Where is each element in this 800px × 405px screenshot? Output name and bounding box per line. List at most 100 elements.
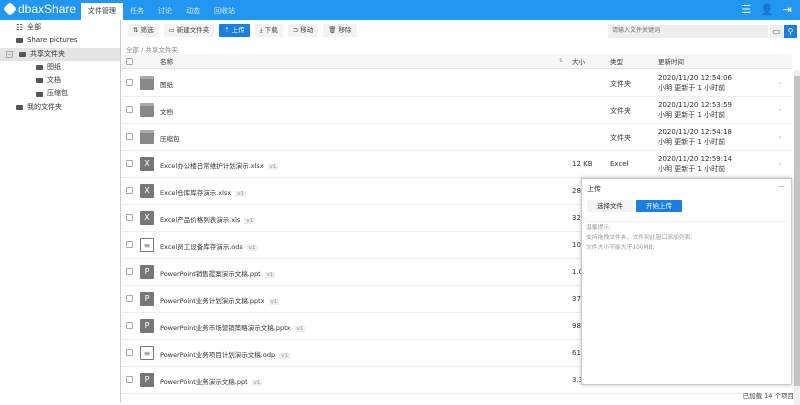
col-type[interactable]: 类型 [610, 56, 623, 66]
row-checkbox[interactable] [126, 106, 133, 113]
logout-icon[interactable]: ⇥ [783, 3, 792, 16]
table-row[interactable]: 文档 文件夹 2020/11/20 12:53:59 小明 更新于 1 小时前 ⌄ [122, 97, 792, 124]
file-name[interactable]: Excel仓库库存演示.xlsx v1 [160, 187, 246, 197]
remove-button[interactable]: 🗑 移除 [323, 24, 357, 37]
list-icon: ☷ [16, 23, 24, 32]
table-row[interactable]: 压缩包 文件夹 2020/11/20 12:54:18 小明 更新于 1 小时前 ⌄ [122, 124, 792, 151]
time-text: 2020/11/20 12:59:14 [658, 155, 733, 163]
logo-text: dbaxShare [18, 2, 77, 16]
move-button[interactable]: ⊐ 移动 [287, 24, 319, 37]
sidebar-item[interactable]: Share pictures [0, 34, 120, 47]
row-checkbox[interactable] [126, 241, 133, 248]
file-name[interactable]: 文档 [160, 106, 173, 116]
minimize-icon[interactable]: — [778, 182, 785, 190]
top-bar: dbaxShare 文件管理 任务 讨论 动态 回收站 ☰ 👤 ⇥ [0, 0, 800, 20]
updated-by: 小明 更新于 1 小时前 [658, 111, 726, 119]
file-name-text: PowerPoint销售提案演示文稿.ppt [160, 270, 261, 278]
row-checkbox[interactable] [126, 349, 133, 356]
update-time: 2020/11/20 12:59:14 小明 更新于 1 小时前 [658, 154, 732, 174]
file-type: 文件夹 [610, 107, 631, 115]
user-icon[interactable]: 👤 [760, 3, 774, 16]
row-checkbox[interactable] [126, 79, 133, 86]
row-checkbox[interactable] [126, 295, 133, 302]
new-folder-label: 新建文件夹 [176, 26, 210, 34]
file-size: 12 KB [572, 160, 593, 168]
chevron-down-icon[interactable]: ⌄ [777, 132, 783, 140]
menu-icon[interactable]: ☰ [741, 3, 751, 16]
updated-by: 小明 更新于 1 小时前 [658, 165, 726, 173]
file-size: 61 [572, 349, 581, 357]
file-name[interactable]: PowerPoint业务演示文稿.ppt v1 [160, 376, 263, 386]
sidebar-item-label: 图纸 [47, 62, 61, 71]
file-name[interactable]: PowerPoint业务计划演示文稿.pptx v1 [160, 295, 280, 305]
sidebar: ☷ 全部 Share pictures − 共享文件夹 图纸文档压缩包我的文件夹 [0, 20, 121, 403]
version-badge: v1 [251, 380, 263, 386]
file-size: 10 [572, 241, 581, 249]
col-name[interactable]: 名称 [160, 56, 173, 66]
nav-tab[interactable]: 任务 [123, 3, 151, 20]
row-checkbox[interactable] [126, 160, 133, 167]
folder-search-icon[interactable]: ▭ [770, 25, 783, 38]
updated-by: 小明 更新于 1 小时前 [658, 84, 726, 92]
file-name-text: PowerPoint业务计划演示文稿.pptx [160, 297, 265, 305]
search-icon[interactable]: ⚲ [784, 25, 797, 38]
file-type: 文件夹 [610, 134, 631, 142]
sort-icon[interactable]: ⇅ [559, 58, 563, 64]
start-upload-button[interactable]: 开始上传 [636, 200, 682, 212]
row-checkbox[interactable] [126, 133, 133, 140]
update-time: 2020/11/20 12:54:18 小明 更新于 1 小时前 [658, 127, 732, 147]
file-name-text: Excel办公楼日常维护计划演示.xlsx [160, 162, 264, 170]
version-badge: v1 [244, 218, 256, 224]
chevron-down-icon[interactable]: ⌄ [777, 78, 783, 86]
chevron-down-icon[interactable]: ⌄ [777, 105, 783, 113]
nav-tab[interactable]: 文件管理 [81, 3, 123, 20]
sidebar-item[interactable]: 图纸 [0, 61, 120, 74]
sidebar-item[interactable]: ☷ 全部 [0, 21, 120, 34]
col-time[interactable]: 更新时间 [658, 56, 684, 66]
chevron-down-icon[interactable]: ⌄ [777, 159, 783, 167]
nav-tab[interactable]: 动态 [179, 3, 207, 20]
table-row[interactable]: X Excel办公楼日常维护计划演示.xlsx v1 12 KB Excel 2020/1… [122, 151, 792, 178]
sidebar-item[interactable]: 压缩包 [0, 87, 120, 100]
row-checkbox[interactable] [126, 322, 133, 329]
folder-file-icon [140, 103, 154, 117]
nav-tab[interactable]: 讨论 [151, 3, 179, 20]
row-checkbox[interactable] [126, 376, 133, 383]
ppt-file-icon: P [140, 292, 154, 306]
version-badge: v1 [235, 191, 246, 197]
file-name[interactable]: PowerPoint业务市场营销策略演示文稿.pptx v1 [160, 322, 306, 332]
ods-file-icon: ≡ [140, 238, 154, 252]
upload-label: 上传 [231, 26, 245, 34]
choose-file-button[interactable]: 选择文件 [587, 200, 633, 212]
scrollbar-thumb[interactable] [794, 76, 800, 386]
download-button[interactable]: ⤓ 下载 [254, 24, 283, 37]
file-name[interactable]: PowerPoint业务项目计划演示文稿.odp v1 [160, 349, 290, 359]
row-checkbox[interactable] [126, 187, 133, 194]
sidebar-item[interactable]: − 共享文件夹 [0, 47, 120, 61]
table-row[interactable]: 图纸 文件夹 2020/11/20 12:54:06 小明 更新于 1 小时前 ⌄ [122, 70, 792, 97]
file-name[interactable]: Excel员工设备库存演示.ods v1 [160, 241, 258, 251]
select-all-checkbox[interactable] [126, 57, 133, 65]
sidebar-item-label: 压缩包 [47, 89, 68, 98]
sidebar-item[interactable]: 文档 [0, 74, 120, 87]
nav-tab[interactable]: 回收站 [207, 3, 242, 20]
file-name[interactable]: PowerPoint销售提案演示文稿.ppt v1 [160, 268, 276, 278]
collapse-icon[interactable]: − [6, 50, 13, 58]
scrollbar[interactable] [794, 70, 800, 405]
search-input[interactable] [608, 25, 768, 38]
filter-button[interactable]: ⇅ 筛选 [128, 24, 159, 37]
file-name-text: Excel员工设备库存演示.ods [160, 243, 243, 251]
row-checkbox[interactable] [126, 268, 133, 275]
sidebar-item[interactable]: 我的文件夹 [0, 101, 120, 114]
version-badge: v1 [294, 326, 306, 332]
file-name[interactable]: 压缩包 [160, 133, 180, 143]
file-name[interactable]: 图纸 [160, 79, 173, 89]
folder-icon [16, 104, 23, 110]
folder-icon [36, 78, 43, 84]
upload-button[interactable]: ⇡ 上传 [219, 24, 250, 37]
file-name[interactable]: Excel办公楼日常维护计划演示.xlsx v1 [160, 160, 279, 170]
file-name[interactable]: Excel产品价格列表演示.xls v1 [160, 214, 256, 224]
col-size[interactable]: 大小 [572, 56, 585, 66]
new-folder-button[interactable]: ▭ 新建文件夹 [163, 24, 215, 37]
row-checkbox[interactable] [126, 214, 133, 221]
